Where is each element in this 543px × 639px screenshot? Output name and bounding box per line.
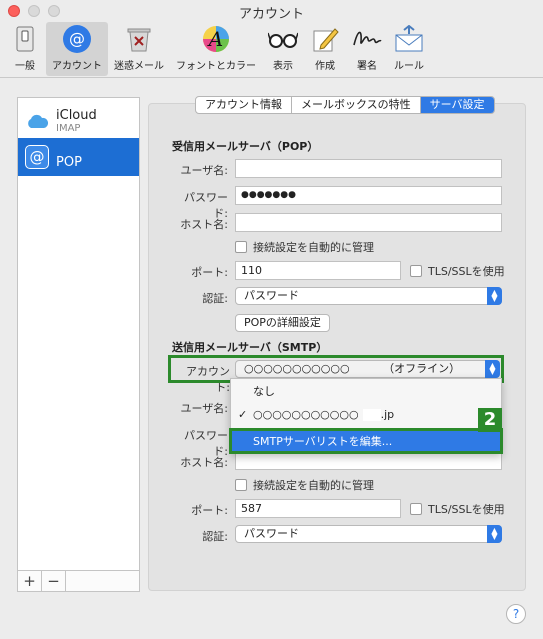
toolbar-general[interactable]: 一般	[4, 22, 46, 76]
incoming-auth-label: 認証:	[202, 292, 228, 305]
account-item-icloud[interactable]: iCloud IMAP	[18, 100, 139, 142]
svg-text:A: A	[207, 27, 223, 51]
outgoing-port-label: ポート:	[191, 504, 228, 517]
toolbar: 一般 @ アカウント 迷惑メール A フォントとカラー 表示 作成 署名 ルール	[0, 22, 543, 78]
account-item-pop[interactable]: @ POP	[18, 138, 139, 176]
junk-trash-icon	[124, 24, 154, 54]
svg-text:@: @	[69, 29, 85, 48]
tab-account-info[interactable]: アカウント情報	[196, 97, 292, 113]
checkbox-label: 接続設定を自動的に管理	[253, 479, 374, 492]
toolbar-label: 迷惑メール	[114, 61, 164, 72]
at-sign-icon: @	[62, 24, 92, 54]
toolbar-accounts[interactable]: @ アカウント	[46, 22, 108, 76]
incoming-host-field[interactable]	[235, 213, 502, 232]
select-value: ○○○○○○○○○○○	[244, 362, 350, 375]
incoming-password-field[interactable]: ●●●●●●●	[235, 186, 502, 205]
menu-item-smtp-server[interactable]: ✓ ○○○○○○○○○○○ .jp	[231, 404, 501, 426]
compose-pencil-icon	[310, 24, 340, 54]
incoming-auto-manage-checkbox[interactable]: 接続設定を自動的に管理	[235, 239, 374, 255]
outgoing-port-field[interactable]: 587	[235, 499, 401, 518]
outgoing-auth-select[interactable]: パスワード ▲ ▼	[235, 525, 502, 543]
toolbar-label: アカウント	[52, 61, 102, 72]
tab-server-settings[interactable]: サーバ設定	[420, 97, 494, 113]
server-suffix: .jp	[380, 408, 395, 421]
checkbox-label: TLS/SSLを使用	[428, 265, 505, 278]
select-value: パスワード	[244, 527, 299, 540]
help-button[interactable]: ?	[506, 604, 526, 624]
icloud-icon	[25, 109, 49, 133]
toolbar-label: 一般	[15, 61, 35, 72]
account-name: iCloud	[56, 108, 97, 123]
toolbar-junk[interactable]: 迷惑メール	[108, 22, 170, 76]
window-title: アカウント	[238, 7, 304, 22]
checkmark-icon: ✓	[238, 408, 248, 421]
toolbar-label: 署名	[357, 61, 377, 72]
account-type: IMAP	[56, 123, 81, 134]
redacted-area	[362, 409, 381, 421]
step-badge: 2	[478, 408, 502, 432]
outgoing-auto-manage-checkbox[interactable]: 接続設定を自動的に管理	[235, 477, 374, 493]
chevron-updown-icon: ▲ ▼	[485, 360, 500, 378]
remove-account-button[interactable]: −	[42, 571, 66, 591]
toolbar-signatures[interactable]: 署名	[346, 22, 388, 76]
incoming-user-label: ユーザ名:	[180, 164, 229, 177]
toolbar-label: 作成	[315, 61, 335, 72]
smtp-account-select[interactable]: ○○○○○○○○○○○ （オフライン） ▲ ▼	[235, 360, 500, 378]
outgoing-user-label: ユーザ名:	[180, 402, 229, 415]
toolbar-composing[interactable]: 作成	[304, 22, 346, 76]
pop-advanced-button[interactable]: POPの詳細設定	[235, 314, 330, 332]
outgoing-section-title: 送信用メールサーバ（SMTP）	[172, 341, 328, 354]
incoming-port-label: ポート:	[191, 266, 228, 279]
incoming-user-field[interactable]	[235, 159, 502, 178]
account-list: iCloud IMAP @ POP	[17, 97, 140, 592]
edit-list-highlight	[229, 428, 503, 454]
account-list-footer: + −	[17, 570, 140, 592]
incoming-port-field[interactable]: 110	[235, 261, 401, 280]
checkbox-label: 接続設定を自動的に管理	[253, 241, 374, 254]
chevron-updown-icon: ▲ ▼	[487, 287, 502, 305]
select-value: パスワード	[244, 289, 299, 302]
font-color-icon: A	[201, 24, 231, 54]
incoming-section-title: 受信用メールサーバ（POP）	[172, 140, 319, 153]
toolbar-label: フォントとカラー	[176, 61, 256, 72]
outgoing-auth-label: 認証:	[202, 530, 228, 543]
checkbox-label: TLS/SSLを使用	[428, 503, 505, 516]
general-switch-icon	[10, 24, 40, 54]
select-status: （オフライン）	[383, 362, 461, 375]
toolbar-fonts-colors[interactable]: A フォントとカラー	[170, 22, 262, 76]
chevron-updown-icon: ▲ ▼	[487, 525, 502, 543]
toolbar-label: 表示	[273, 61, 293, 72]
incoming-host-label: ホスト名:	[180, 218, 228, 231]
incoming-tls-checkbox[interactable]: TLS/SSLを使用	[410, 263, 505, 279]
account-name: POP	[56, 154, 82, 170]
rules-envelope-icon	[394, 24, 424, 54]
glasses-icon	[268, 24, 298, 54]
at-sign-icon: @	[25, 145, 49, 169]
toolbar-label: ルール	[394, 61, 424, 72]
title-bar: アカウント	[0, 0, 543, 22]
signature-icon	[352, 24, 382, 54]
toolbar-viewing[interactable]: 表示	[262, 22, 304, 76]
settings-tabs: アカウント情報 メールボックスの特性 サーバ設定	[195, 96, 495, 114]
add-account-button[interactable]: +	[18, 571, 42, 591]
outgoing-tls-checkbox[interactable]: TLS/SSLを使用	[410, 501, 505, 517]
toolbar-rules[interactable]: ルール	[388, 22, 430, 76]
tab-mailbox-behaviors[interactable]: メールボックスの特性	[292, 97, 421, 113]
preferences-window: アカウント 一般 @ アカウント 迷惑メール A フォントとカラー 表示 作成 …	[0, 0, 543, 639]
outgoing-host-label: ホスト名:	[180, 456, 228, 469]
incoming-auth-select[interactable]: パスワード ▲ ▼	[235, 287, 502, 305]
menu-item-none[interactable]: なし	[231, 381, 501, 403]
server-name: ○○○○○○○○○○○	[253, 408, 359, 421]
